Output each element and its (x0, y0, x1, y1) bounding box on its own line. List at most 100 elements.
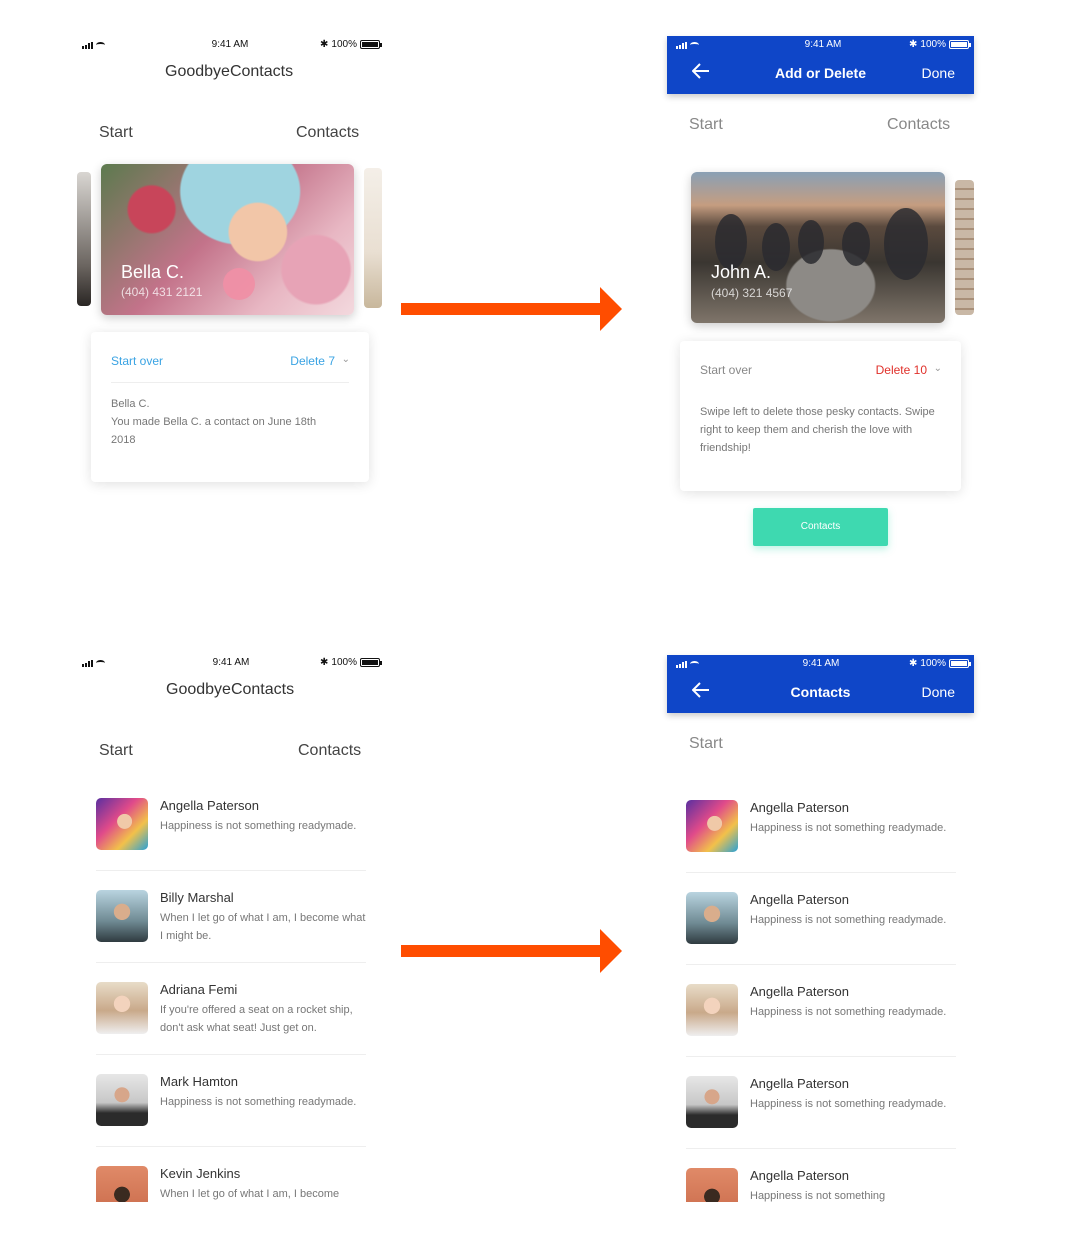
battery-icon (949, 659, 971, 668)
wifi-icon (96, 42, 105, 48)
wifi-icon (96, 660, 105, 666)
previous-card-peek[interactable] (77, 172, 91, 306)
contact-name: Mark Hamton (160, 1074, 239, 1089)
contact-info-card: Start over Delete 7 ⌄ Bella C. You made … (91, 332, 369, 482)
contact-quote: When I let go of what I am, I become wha… (160, 912, 366, 942)
contact-photo-card[interactable]: Bella C. (404) 431 2121 (101, 164, 354, 315)
signal-icon (676, 660, 699, 671)
chevron-down-icon[interactable]: ⌄ (342, 354, 350, 365)
done-button[interactable]: Done (922, 65, 955, 81)
contact-phone: (404) 431 2121 (121, 285, 203, 299)
signal-icon (676, 41, 699, 52)
tab-contacts[interactable]: Contacts (296, 124, 359, 142)
contact-name: Bella C. (121, 262, 185, 282)
bluetooth-icon: ✱ (320, 39, 329, 50)
next-card-peek[interactable] (364, 168, 382, 308)
card-body-name: Bella C. (111, 398, 150, 410)
contact-name: Angella Paterson (750, 984, 850, 999)
contact-quote: Happiness is not something readymade. (750, 1098, 947, 1110)
chevron-down-icon[interactable]: ⌄ (934, 363, 942, 374)
contacts-button[interactable]: Contacts (753, 508, 888, 546)
battery-status: ✱ 100% (320, 39, 382, 50)
list-item[interactable]: Angella Paterson Happiness is not someth… (686, 1162, 956, 1202)
tab-start[interactable]: Start (689, 735, 723, 753)
list-divider (686, 1056, 956, 1057)
tab-contacts[interactable]: Contacts (887, 116, 950, 134)
battery-icon (949, 40, 971, 49)
card-divider (111, 382, 349, 383)
contact-photo-card[interactable]: John A. (404) 321 4567 (691, 172, 945, 323)
list-item[interactable]: Angella Paterson Happiness is not someth… (686, 978, 956, 1070)
status-time: 9:41 AM (804, 39, 842, 50)
avatar (96, 1166, 148, 1202)
signal-icon (82, 659, 105, 670)
bluetooth-icon: ✱ (909, 658, 918, 669)
contact-quote: Happiness is not something readymade. (750, 1006, 947, 1018)
status-bar-top-right: 9:41 AM ✱ 100% (676, 38, 971, 54)
contact-quote: Happiness is not something readymade. (160, 1096, 357, 1108)
avatar (686, 1076, 738, 1128)
tab-start[interactable]: Start (99, 124, 133, 142)
contact-quote: Happiness is not something readymade. (160, 820, 357, 832)
avatar (96, 890, 148, 942)
done-button[interactable]: Done (922, 684, 955, 700)
battery-percent: 100% (331, 39, 357, 50)
contact-name: Angella Paterson (750, 892, 850, 907)
list-item[interactable]: Adriana Femi If you're offered a seat on… (96, 976, 366, 1068)
contact-name: Angella Paterson (750, 1076, 850, 1091)
contact-phone: (404) 321 4567 (711, 286, 793, 300)
list-item[interactable]: Kevin Jenkins When I let go of what I am… (96, 1160, 366, 1202)
battery-percent: 100% (920, 658, 946, 669)
list-item[interactable]: Angella Paterson Happiness is not someth… (686, 794, 956, 886)
list-divider (96, 962, 366, 963)
card-body-text: Swipe left to delete those pesky contact… (700, 406, 935, 454)
list-item[interactable]: Billy Marshal When I let go of what I am… (96, 884, 366, 976)
contact-quote: Happiness is not something readymade. (750, 822, 947, 834)
status-time: 9:41 AM (212, 657, 250, 668)
card-body-text: You made Bella C. a contact on June 18th… (111, 416, 317, 446)
list-divider (96, 870, 366, 871)
avatar (686, 984, 738, 1036)
contact-quote: If you're offered a seat on a rocket shi… (160, 1004, 353, 1034)
start-over-link[interactable]: Start over (700, 363, 752, 377)
battery-percent: 100% (331, 657, 357, 668)
contact-quote: Happiness is not something (750, 1190, 886, 1202)
contact-name: Billy Marshal (160, 890, 234, 905)
contact-quote: Happiness is not something readymade. (750, 914, 947, 926)
status-bar-bottom-right: 9:41 AM ✱ 100% (676, 657, 971, 673)
list-item[interactable]: Angella Paterson Happiness is not someth… (686, 1070, 956, 1162)
contact-list-right: Angella Paterson Happiness is not someth… (686, 794, 966, 1202)
tab-start[interactable]: Start (689, 116, 723, 134)
campfire-group-graphic (715, 208, 928, 280)
contact-name: Kevin Jenkins (160, 1166, 241, 1181)
contact-name: John A. (711, 262, 772, 282)
list-item[interactable]: Angella Paterson Happiness is not someth… (96, 792, 366, 884)
list-divider (96, 1054, 366, 1055)
battery-percent: 100% (920, 39, 946, 50)
contact-name: Angella Paterson (160, 798, 260, 813)
next-card-peek[interactable] (955, 180, 974, 315)
status-bar-bottom-left: 9:41 AM ✱ 100% (82, 656, 382, 672)
battery-status: ✱ 100% (909, 39, 971, 50)
start-over-link[interactable]: Start over (111, 354, 163, 368)
contact-list-left: Angella Paterson Happiness is not someth… (96, 792, 376, 1202)
avatar (686, 800, 738, 852)
wifi-icon (690, 661, 699, 667)
app-title: GoodbyeContacts (165, 63, 294, 80)
avatar (686, 1168, 738, 1202)
list-item[interactable]: Angella Paterson Happiness is not someth… (686, 886, 956, 978)
transition-arrow-top (401, 287, 622, 331)
delete-count-link[interactable]: Delete 7 (290, 354, 335, 368)
tab-start[interactable]: Start (99, 742, 133, 760)
tab-contacts[interactable]: Contacts (298, 742, 361, 760)
list-divider (686, 872, 956, 873)
contact-info-card: Start over Delete 10 ⌄ Swipe left to del… (680, 341, 961, 491)
avatar (686, 892, 738, 944)
battery-status: ✱ 100% (320, 657, 382, 668)
list-item[interactable]: Mark Hamton Happiness is not something r… (96, 1068, 366, 1160)
delete-count-link[interactable]: Delete 10 (876, 363, 927, 377)
battery-icon (360, 40, 382, 49)
header-add-or-delete: 9:41 AM ✱ 100% Add or Delete Done (667, 36, 974, 94)
avatar (96, 1074, 148, 1126)
header-contacts: 9:41 AM ✱ 100% Contacts Done (667, 655, 974, 713)
